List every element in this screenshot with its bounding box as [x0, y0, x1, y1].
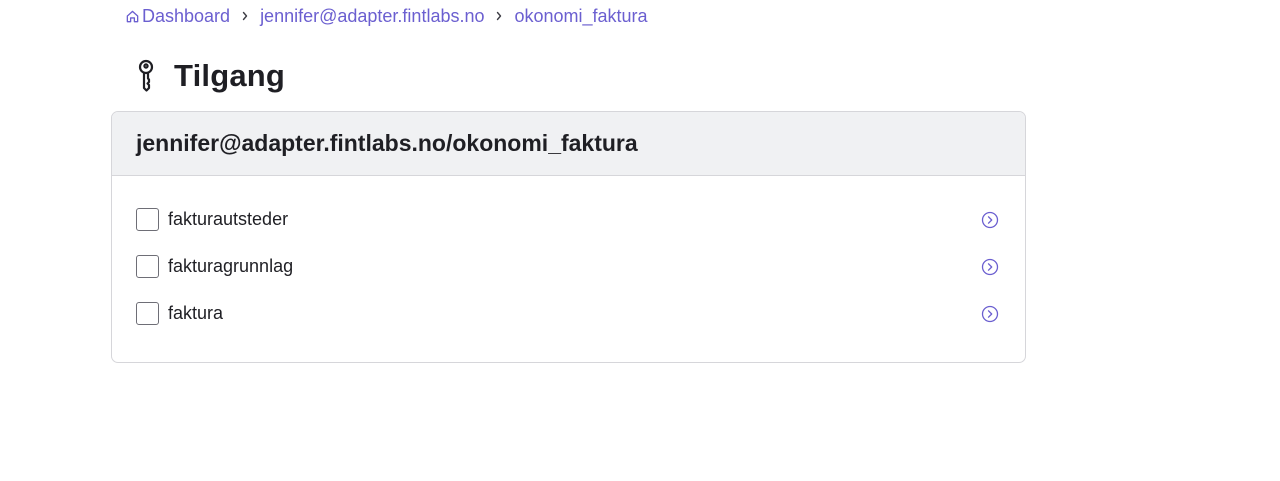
resource-list: fakturautsteder fakturagrunnlag faktura: [112, 176, 1025, 337]
resource-label: fakturagrunnlag: [168, 256, 294, 276]
resource-checkbox[interactable]: [136, 255, 159, 278]
key-icon: [134, 58, 158, 94]
breadcrumb-dashboard-link[interactable]: Dashboard: [125, 6, 230, 27]
arrow-right-circle-icon[interactable]: [981, 258, 999, 276]
page-title: Tilgang: [174, 58, 286, 93]
resource-checkbox[interactable]: [136, 208, 159, 231]
breadcrumb-dashboard-label: Dashboard: [142, 5, 231, 26]
chevron-right-icon: [240, 11, 250, 21]
resource-label: fakturautsteder: [168, 209, 289, 229]
chevron-right-icon: [494, 11, 504, 21]
breadcrumb: Dashboard jennifer@adapter.fintlabs.no o…: [125, 4, 648, 28]
access-card: jennifer@adapter.fintlabs.no/okonomi_fak…: [111, 111, 1026, 363]
breadcrumb-component-label: okonomi_faktura: [514, 5, 648, 26]
card-header: jennifer@adapter.fintlabs.no/okonomi_fak…: [112, 112, 1025, 176]
breadcrumb-user-link[interactable]: jennifer@adapter.fintlabs.no: [260, 6, 484, 27]
breadcrumb-component-link[interactable]: okonomi_faktura: [514, 6, 647, 27]
arrow-right-circle-icon[interactable]: [981, 211, 999, 229]
breadcrumb-user-label: jennifer@adapter.fintlabs.no: [260, 5, 485, 26]
home-icon: [125, 9, 140, 24]
page-header: Tilgang: [134, 56, 285, 96]
resource-label: faktura: [168, 303, 224, 323]
card-title: jennifer@adapter.fintlabs.no/okonomi_fak…: [136, 130, 638, 156]
list-item: faktura: [112, 290, 1025, 337]
resource-checkbox[interactable]: [136, 302, 159, 325]
list-item: fakturagrunnlag: [112, 243, 1025, 290]
arrow-right-circle-icon[interactable]: [981, 305, 999, 323]
list-item: fakturautsteder: [112, 196, 1025, 243]
